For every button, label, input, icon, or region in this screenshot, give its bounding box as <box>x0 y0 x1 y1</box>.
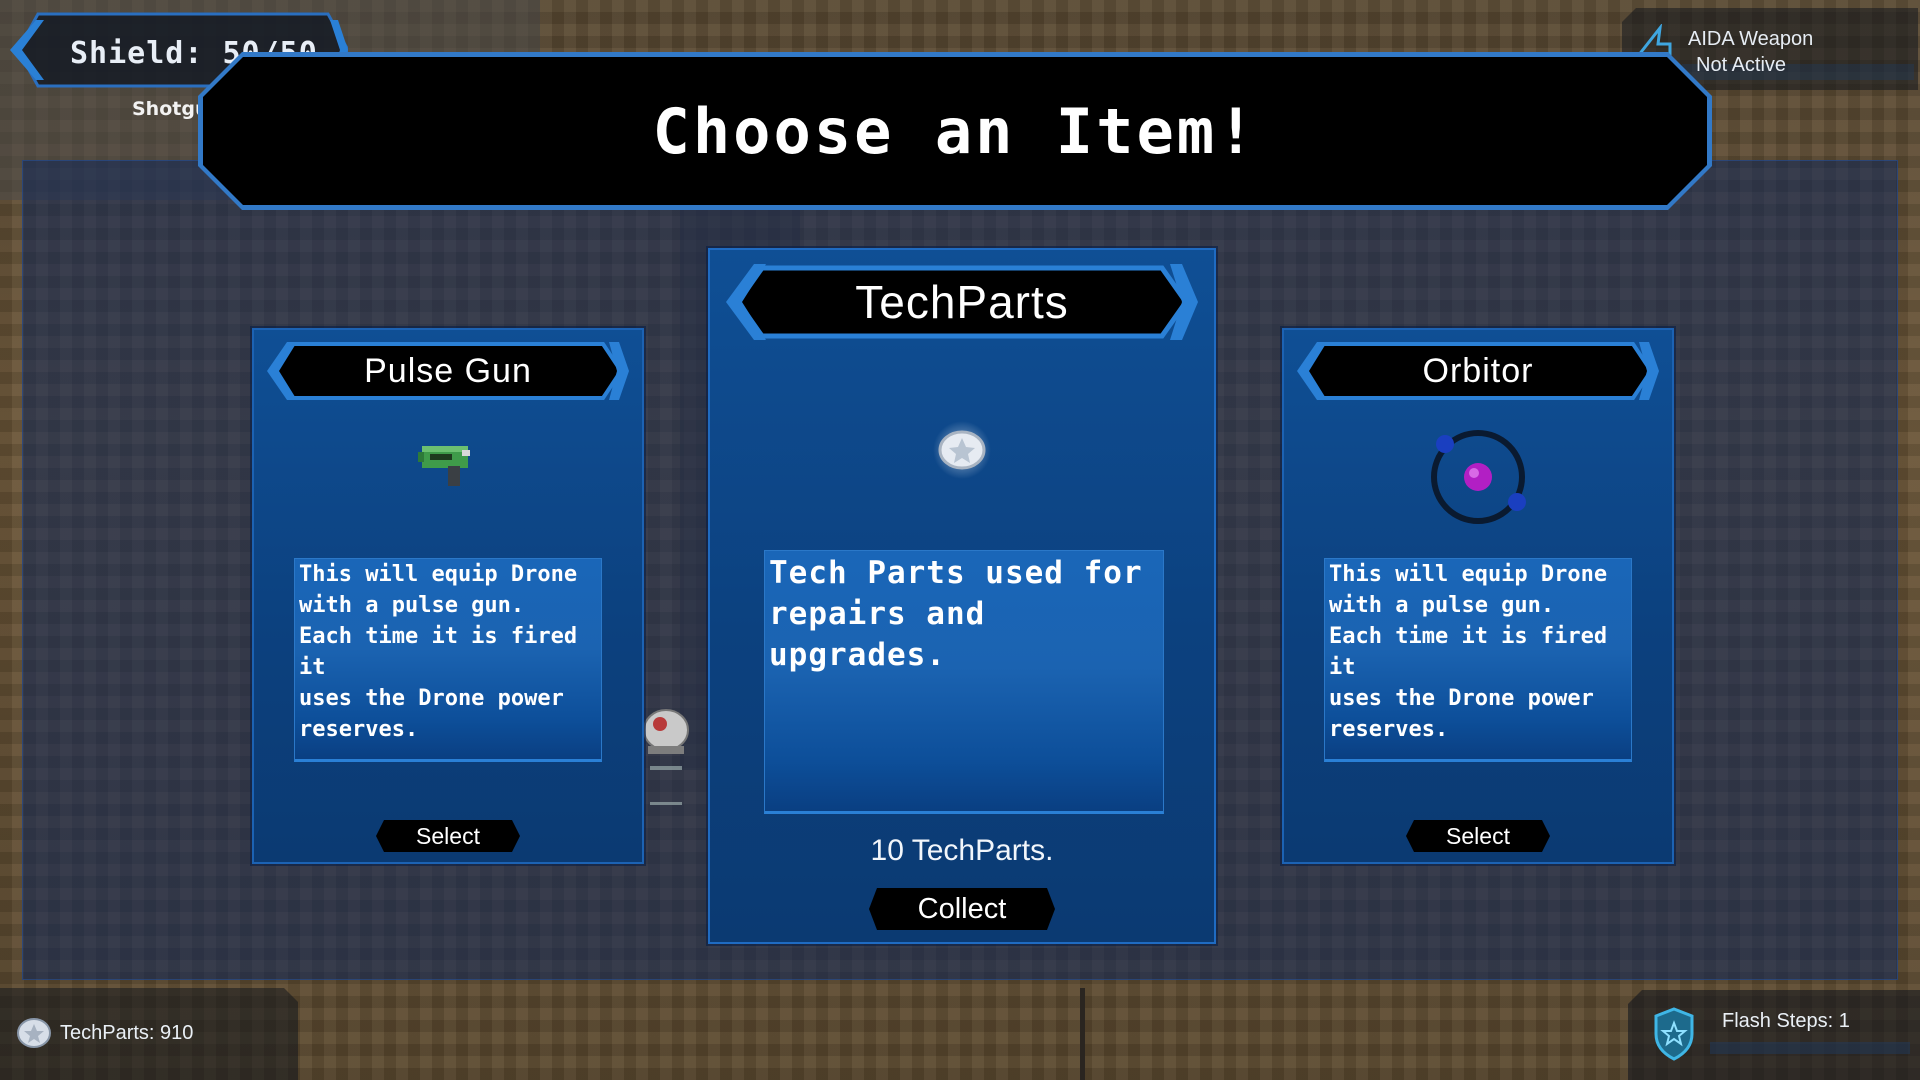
flash-steps-bar <box>1710 1042 1910 1054</box>
card-header: Pulse Gun <box>265 338 631 404</box>
techparts-counter-icon <box>16 1016 52 1050</box>
reward-amount: 10 TechParts. <box>870 834 1054 867</box>
select-button[interactable]: Select <box>1406 820 1550 852</box>
card-header: TechParts <box>724 260 1200 344</box>
dialog-title-panel: Choose an Item! <box>203 57 1707 205</box>
dialog-title-banner: Choose an Item! <box>198 52 1712 210</box>
item-description: This will equip Drone with a pulse gun. … <box>1329 562 1608 742</box>
card-header: Orbitor <box>1295 338 1661 404</box>
item-card-pulse-gun: Pulse Gun This will equip Drone with a p… <box>252 328 644 864</box>
item-description-box: Tech Parts used for repairs and upgrades… <box>764 550 1164 814</box>
card-title: TechParts <box>855 276 1069 328</box>
techparts-hud: TechParts: 910 <box>0 988 298 1080</box>
drone-robot-sprite <box>643 709 689 805</box>
flash-steps-count: Flash Steps: 1 <box>1722 1010 1850 1032</box>
shield-star-icon <box>1654 1007 1694 1061</box>
aida-weapon-label: AIDA Weapon <box>1688 28 1814 50</box>
collect-button[interactable]: Collect <box>869 888 1055 930</box>
flash-steps-hud: Flash Steps: 1 <box>1628 990 1920 1080</box>
item-description: This will equip Drone with a pulse gun. … <box>299 562 578 742</box>
select-button[interactable]: Select <box>376 820 520 852</box>
item-description-box: This will equip Drone with a pulse gun. … <box>1324 558 1632 762</box>
techparts-count: TechParts: 910 <box>60 1022 194 1044</box>
dialog-title: Choose an Item! <box>652 94 1258 168</box>
item-card-techparts: TechParts Tech Parts used for repairs an… <box>708 248 1216 944</box>
card-title: Orbitor <box>1422 351 1534 390</box>
card-title: Pulse Gun <box>364 351 532 390</box>
terrain-patch <box>1080 988 1085 1080</box>
techparts-icon <box>933 421 991 479</box>
aida-weapon-status: Not Active <box>1696 54 1787 76</box>
pulse-gun-icon <box>418 446 470 486</box>
item-card-orbitor: Orbitor This will equip Drone with a pul… <box>1282 328 1674 864</box>
orbitor-icon <box>1431 430 1526 524</box>
item-description: Tech Parts used for repairs and upgrades… <box>769 555 1143 673</box>
item-description-box: This will equip Drone with a pulse gun. … <box>294 558 602 762</box>
